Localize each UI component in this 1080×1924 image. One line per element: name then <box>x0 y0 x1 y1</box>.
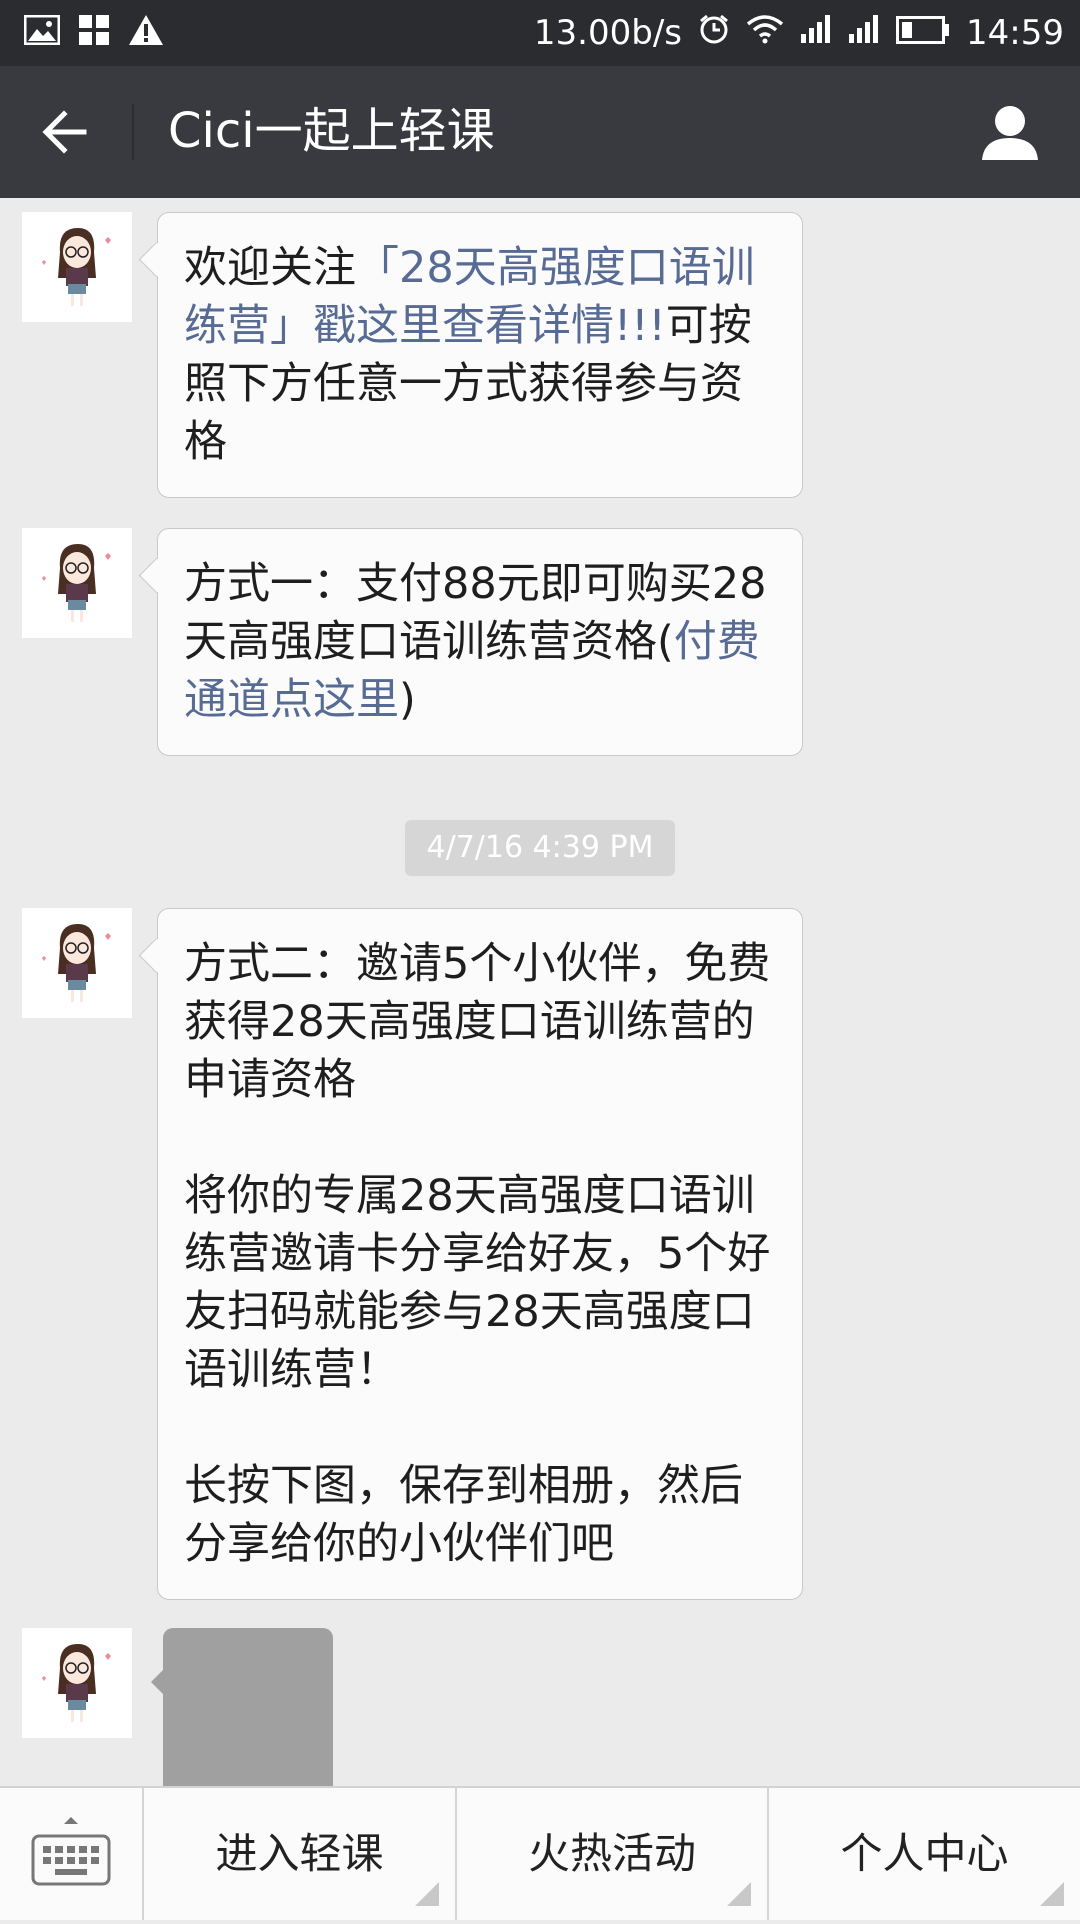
warning-icon <box>128 14 164 50</box>
status-bar: 13.00b/s 14:59 <box>0 0 1080 66</box>
image-icon <box>23 14 61 49</box>
menu-enter-course[interactable]: 进入轻课 <box>142 1788 455 1920</box>
page-title: Cici一起上轻课 <box>168 103 495 159</box>
girl-avatar-icon <box>42 924 111 1002</box>
submenu-indicator-icon <box>415 1882 439 1906</box>
avatar[interactable] <box>22 212 132 322</box>
menu-personal-center[interactable]: 个人中心 <box>767 1788 1080 1920</box>
message-bubble[interactable]: 欢迎关注「28天高强度口语训练营」戳这里查看详情!!!可按照下方任意一方式获得参… <box>157 212 803 498</box>
message-text: 欢迎关注 <box>184 243 356 293</box>
header-divider <box>132 104 134 160</box>
keyboard-toggle-button[interactable] <box>0 1788 142 1920</box>
status-right: 13.00b/s 14:59 <box>534 0 1064 66</box>
person-icon <box>982 106 1038 160</box>
message-paragraph: 方式二：邀请5个小伙伴，免费获得28天高强度口语训练营的申请资格 <box>184 939 771 1105</box>
submenu-indicator-icon <box>1040 1882 1064 1906</box>
back-arrow-icon <box>42 110 87 154</box>
submenu-indicator-icon <box>727 1882 751 1906</box>
keyboard-icon <box>31 1817 111 1886</box>
girl-avatar-icon <box>42 1644 111 1722</box>
avatar[interactable] <box>22 528 132 638</box>
profile-button[interactable] <box>980 102 1040 162</box>
signal-icon <box>800 13 832 53</box>
message-bubble[interactable]: 方式一：支付88元即可购买28天高强度口语训练营资格(付费通道点这里) <box>157 528 803 756</box>
girl-avatar-icon <box>42 544 111 622</box>
wifi-icon <box>746 13 784 53</box>
menu-hot-events[interactable]: 火热活动 <box>455 1788 767 1920</box>
clock-time: 14:59 <box>966 13 1064 53</box>
alarm-icon <box>698 13 730 54</box>
header-bar: Cici一起上轻课 <box>0 66 1080 198</box>
menu-label: 火热活动 <box>527 1829 696 1878</box>
image-message[interactable] <box>151 1628 333 1786</box>
message-text: ) <box>399 675 416 725</box>
apps-icon <box>78 14 110 50</box>
message-bubble[interactable]: 方式二：邀请5个小伙伴，免费获得28天高强度口语训练营的申请资格 将你的专属28… <box>157 908 803 1600</box>
battery-icon <box>896 13 950 53</box>
message-timestamp: 4/7/16 4:39 PM <box>405 820 675 876</box>
back-button[interactable] <box>36 102 96 162</box>
signal-icon <box>848 13 880 53</box>
network-speed: 13.00b/s <box>533 13 683 53</box>
bottom-menu: 进入轻课 火热活动 个人中心 <box>0 1786 1080 1920</box>
menu-label: 进入轻课 <box>215 1829 384 1878</box>
chat-area[interactable]: 欢迎关注「28天高强度口语训练营」戳这里查看详情!!!可按照下方任意一方式获得参… <box>0 198 1080 1786</box>
menu-label: 个人中心 <box>840 1829 1009 1878</box>
message-paragraph: 将你的专属28天高强度口语训练营邀请卡分享给好友，5个好友扫码就能参与28天高强… <box>184 1171 771 1395</box>
message-paragraph: 长按下图，保存到相册，然后分享给你的小伙伴们吧 <box>184 1461 743 1569</box>
girl-avatar-icon <box>42 228 111 306</box>
avatar[interactable] <box>22 908 132 1018</box>
status-left-icons <box>23 14 164 50</box>
avatar[interactable] <box>22 1628 132 1738</box>
